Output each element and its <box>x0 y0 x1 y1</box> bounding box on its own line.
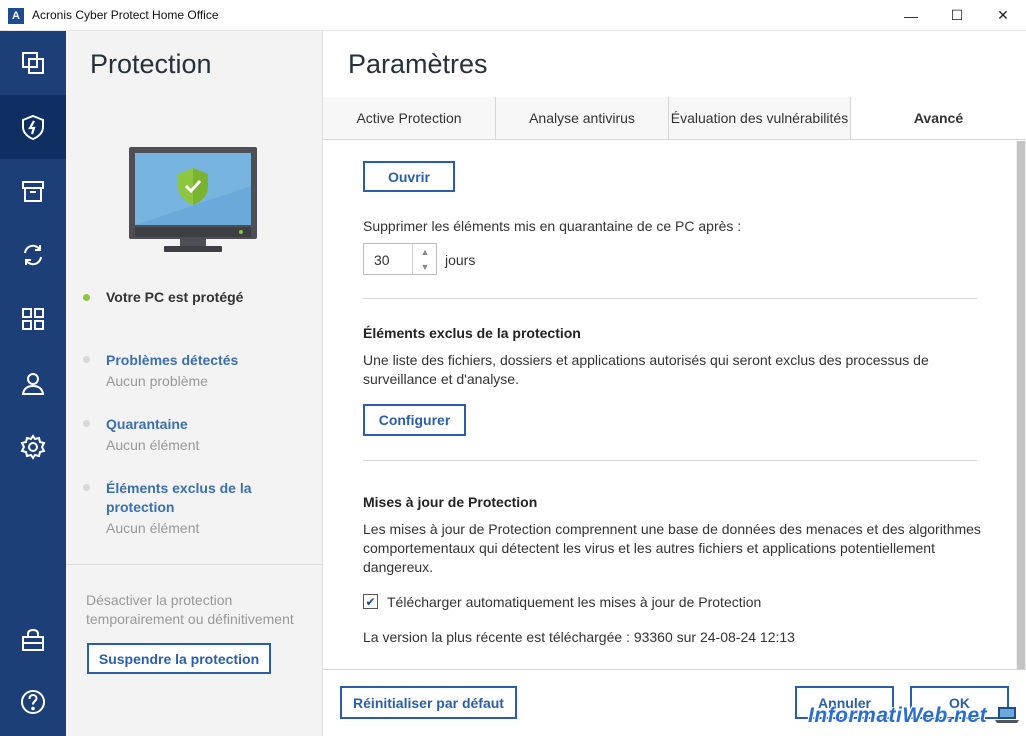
shield-lightning-icon <box>22 114 44 141</box>
sync-icon <box>24 244 42 266</box>
watermark-laptop-icon <box>995 707 1019 723</box>
suspend-protection-button[interactable]: Suspendre la protection <box>87 643 271 674</box>
side-link-detected-problems[interactable]: Problèmes détectés <box>106 351 238 370</box>
updates-heading: Mises à jour de Protection <box>363 494 538 510</box>
exclusions-description: Une liste des fichiers, dossiers et appl… <box>363 352 929 387</box>
help-icon <box>21 690 45 714</box>
side-link-quarantine[interactable]: Quarantaine <box>106 415 188 434</box>
maximize-button[interactable]: ☐ <box>934 0 980 31</box>
stepper-arrows: ▲ ▼ <box>412 244 436 274</box>
app-logo-icon: A <box>8 8 24 24</box>
updates-description: Les mises à jour de Protection comprenne… <box>363 521 981 575</box>
open-button[interactable]: Ouvrir <box>363 161 455 192</box>
title-bar: A Acronis Cyber Protect Home Office — ☐ … <box>0 0 1026 31</box>
nav-settings[interactable] <box>0 415 66 479</box>
tab-active-protection[interactable]: Active Protection <box>323 97 496 139</box>
quarantine-days-stepper[interactable]: 30 ▲ ▼ <box>363 243 437 275</box>
bullet-dot-icon <box>83 484 90 491</box>
section-divider <box>363 298 977 299</box>
scrollbar-thumb[interactable] <box>1017 141 1025 669</box>
side-divider <box>66 564 323 565</box>
navigation-rail <box>0 31 66 736</box>
nav-account[interactable] <box>0 351 66 415</box>
protection-status: Votre PC est protégé <box>106 289 244 305</box>
reset-default-button[interactable]: Réinitialiser par défaut <box>340 686 517 719</box>
protected-monitor-illustration <box>129 147 257 252</box>
dashboard-grid-icon <box>22 308 44 330</box>
exclusions-heading: Éléments exclus de la protection <box>363 325 581 341</box>
window-title: Acronis Cyber Protect Home Office <box>32 8 219 22</box>
disable-protection-note: Désactiver la protection temporairement … <box>86 592 294 627</box>
nav-help[interactable] <box>0 670 66 734</box>
account-icon <box>21 373 45 395</box>
tab-advanced[interactable]: Avancé <box>851 97 1026 139</box>
tab-antivirus-scan[interactable]: Analyse antivirus <box>496 97 669 139</box>
nav-protection[interactable] <box>0 95 66 159</box>
side-link-exclusions[interactable]: Éléments exclus de la protection <box>106 479 266 517</box>
tab-vulnerability-assessment[interactable]: Évaluation des vulnérabilités <box>669 97 851 139</box>
auto-download-checkbox[interactable]: ✔ <box>363 594 378 609</box>
configure-button[interactable]: Configurer <box>363 404 466 436</box>
section-divider <box>363 460 977 461</box>
nav-sync[interactable] <box>0 223 66 287</box>
copies-icon <box>22 52 44 74</box>
latest-version-text: La version la plus récente est télécharg… <box>363 629 795 645</box>
nav-archive[interactable] <box>0 159 66 223</box>
shop-icon <box>22 628 44 651</box>
decrement-arrow-icon[interactable]: ▼ <box>413 259 437 274</box>
nav-shop[interactable] <box>0 608 66 672</box>
status-ok-dot-icon <box>83 294 90 301</box>
minimize-button[interactable]: — <box>888 0 934 31</box>
settings-gear-icon <box>20 434 46 460</box>
side-link-quarantine-sub: Aucun élément <box>106 437 200 453</box>
quarantine-days-unit: jours <box>445 252 476 268</box>
protection-side-panel: Protection Votre PC est protégé Problème… <box>66 31 323 736</box>
watermark-text: InformatiWeb.net <box>808 704 988 727</box>
archive-icon <box>22 181 44 202</box>
nav-backup[interactable] <box>0 31 66 95</box>
settings-tabs: Active Protection Analyse antivirus Éval… <box>323 97 1026 140</box>
auto-download-label[interactable]: Télécharger automatiquement les mises à … <box>387 593 761 612</box>
side-link-exclusions-sub: Aucun élément <box>106 520 200 536</box>
nav-dashboard[interactable] <box>0 287 66 351</box>
checkmark-icon: ✔ <box>365 594 376 609</box>
side-link-detected-problems-sub: Aucun problème <box>106 373 208 389</box>
quarantine-delete-label: Supprimer les éléments mis en quarantain… <box>363 218 742 234</box>
quarantine-days-value[interactable]: 30 <box>374 252 390 268</box>
increment-arrow-icon[interactable]: ▲ <box>413 244 437 259</box>
page-title: Paramètres <box>348 49 488 79</box>
side-panel-title: Protection <box>90 49 212 79</box>
close-window-button[interactable]: ✕ <box>980 0 1026 31</box>
bullet-dot-icon <box>83 420 90 427</box>
bullet-dot-icon <box>83 356 90 363</box>
